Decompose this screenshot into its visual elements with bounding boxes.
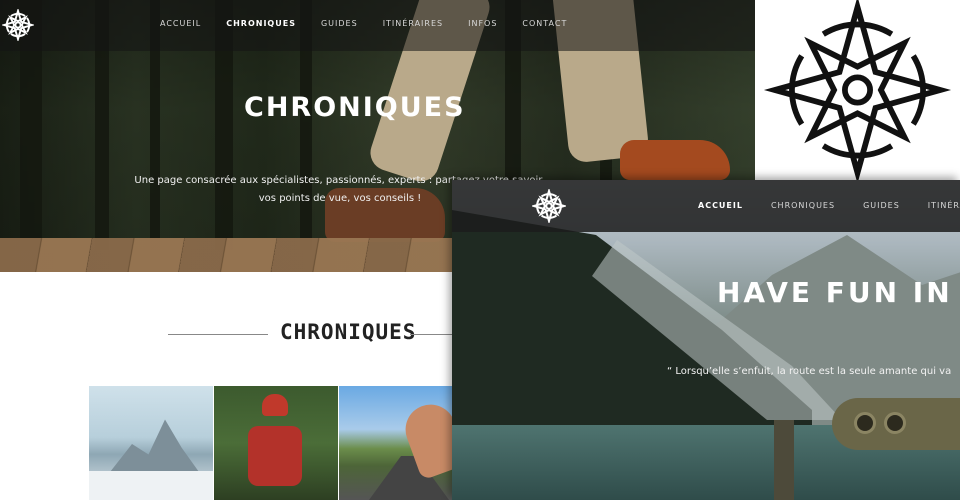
thumbnail-backpacker[interactable] xyxy=(214,386,338,500)
thumbnail-snowy-peaks[interactable] xyxy=(89,386,213,500)
top-navigation-bar: Accueil Chroniques Guides Itinéraires xyxy=(452,180,960,232)
nav-item-itineraires[interactable]: Itinéraires xyxy=(383,19,443,28)
nav-item-accueil[interactable]: Accueil xyxy=(698,201,743,210)
main-menu: Accueil Chroniques Guides Itinéraires In… xyxy=(160,19,592,28)
hero-title: HAVE FUN IN EU xyxy=(717,276,960,309)
compass-star-icon xyxy=(763,0,952,184)
binocular-lens xyxy=(854,412,876,434)
thumbnail-road-trip[interactable] xyxy=(339,386,469,500)
nav-item-infos[interactable]: Infos xyxy=(468,19,497,28)
compass-star-icon[interactable] xyxy=(532,189,566,223)
nav-item-accueil[interactable]: Accueil xyxy=(160,19,201,28)
brand-logo-panel xyxy=(755,0,960,184)
snow-ground xyxy=(89,471,213,500)
hero-quote: “ Lorsqu’elle s’enfuit, la route est la … xyxy=(667,366,952,377)
main-menu: Accueil Chroniques Guides Itinéraires xyxy=(698,201,960,210)
hero-title: CHRONIQUES xyxy=(244,92,466,123)
divider-line xyxy=(168,334,268,335)
nav-item-guides[interactable]: Guides xyxy=(863,201,900,210)
red-cap xyxy=(262,394,288,416)
top-navigation-bar: Accueil Chroniques Guides Itinéraires In… xyxy=(0,0,755,51)
hiker-boot xyxy=(620,140,730,180)
coin-binoculars xyxy=(832,398,960,450)
nav-item-chroniques[interactable]: Chroniques xyxy=(226,19,296,28)
viewer-post xyxy=(774,420,794,500)
homepage-screenshot: Accueil Chroniques Guides Itinéraires HA… xyxy=(452,180,960,500)
section-title: CHRONIQUES xyxy=(280,320,417,344)
compass-star-icon[interactable] xyxy=(2,9,34,41)
nav-item-itineraires[interactable]: Itinéraires xyxy=(928,201,960,210)
nav-item-guides[interactable]: Guides xyxy=(321,19,358,28)
binocular-lens xyxy=(884,412,906,434)
nav-item-chroniques[interactable]: Chroniques xyxy=(771,201,835,210)
nav-item-contact[interactable]: Contact xyxy=(522,19,567,28)
red-backpack xyxy=(248,426,302,486)
